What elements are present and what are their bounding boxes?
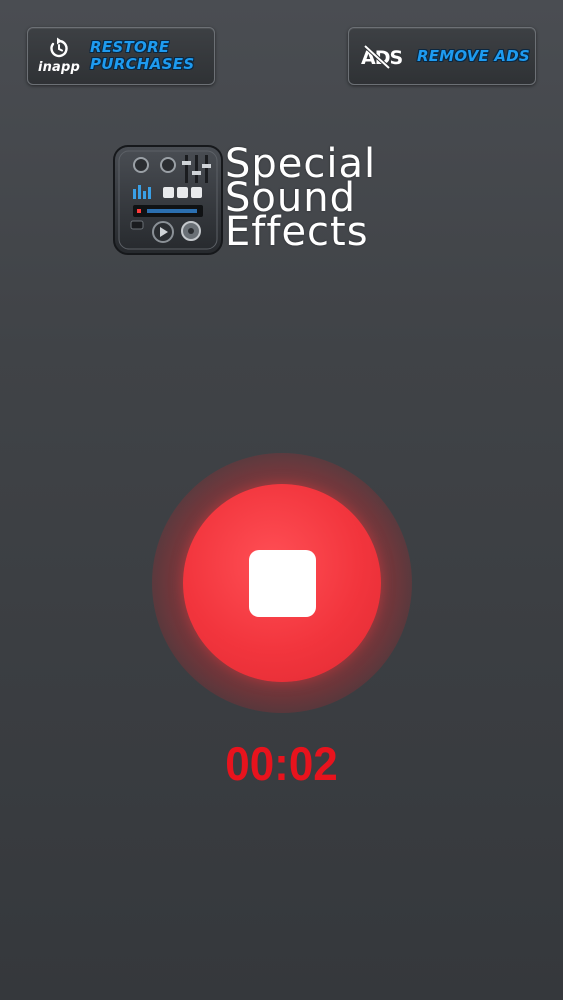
recording-timer: 00:02 [225, 738, 338, 791]
restore-purchases-button[interactable]: inapp Restore Purchases [27, 27, 215, 85]
stop-recording-button[interactable] [183, 484, 381, 682]
app-logo: Special Sound Effects [113, 144, 458, 255]
restore-label-line1: Restore [90, 38, 170, 56]
app-title-line3: Effects [225, 209, 369, 255]
restore-label-line2: Purchases [90, 55, 195, 73]
restore-arrow-icon [50, 37, 68, 58]
no-ads-icon: ADS [349, 28, 417, 84]
stop-icon [249, 550, 316, 617]
inapp-text: inapp [37, 60, 81, 75]
remove-ads-button[interactable]: ADS Remove ads [348, 27, 536, 85]
app-title: Special Sound Effects [225, 144, 376, 255]
remove-ads-label: Remove ads [417, 47, 530, 65]
audio-mixer-icon [113, 145, 223, 255]
restore-purchases-label: Restore Purchases [90, 39, 194, 73]
recorder [152, 453, 412, 713]
inapp-icon: inapp [28, 28, 90, 84]
